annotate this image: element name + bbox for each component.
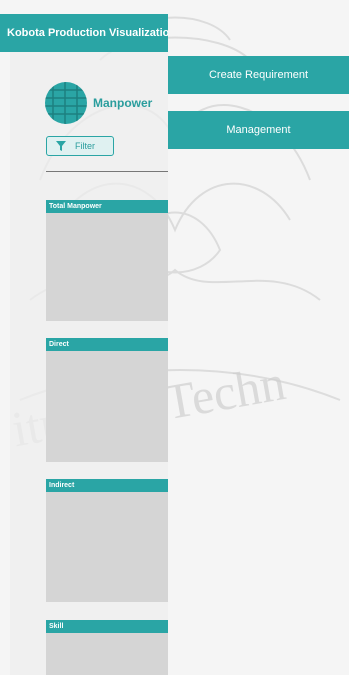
app-title: Kobota Production Visualization bbox=[0, 14, 168, 52]
card-indirect bbox=[46, 492, 168, 602]
sidebar: Kobota Production Visualization Manpower… bbox=[0, 0, 168, 675]
create-requirement-button[interactable]: Create Requirement bbox=[168, 56, 349, 94]
management-button[interactable]: Management bbox=[168, 111, 349, 149]
filter-button[interactable]: Filter bbox=[46, 136, 114, 156]
card-title-skill: Skill bbox=[46, 620, 168, 633]
card-title-direct: Direct bbox=[46, 338, 168, 351]
card-title-total-manpower: Total Manpower bbox=[46, 200, 168, 213]
divider bbox=[46, 171, 168, 172]
card-direct bbox=[46, 351, 168, 462]
card-title-indirect: Indirect bbox=[46, 479, 168, 492]
department-title: Manpower bbox=[93, 96, 153, 110]
card-total-manpower bbox=[46, 213, 168, 321]
filter-icon bbox=[56, 141, 66, 151]
filter-button-label: Filter bbox=[75, 141, 95, 151]
avatar bbox=[45, 82, 87, 124]
avatar-pattern-icon bbox=[45, 82, 87, 124]
card-skill bbox=[46, 633, 168, 675]
